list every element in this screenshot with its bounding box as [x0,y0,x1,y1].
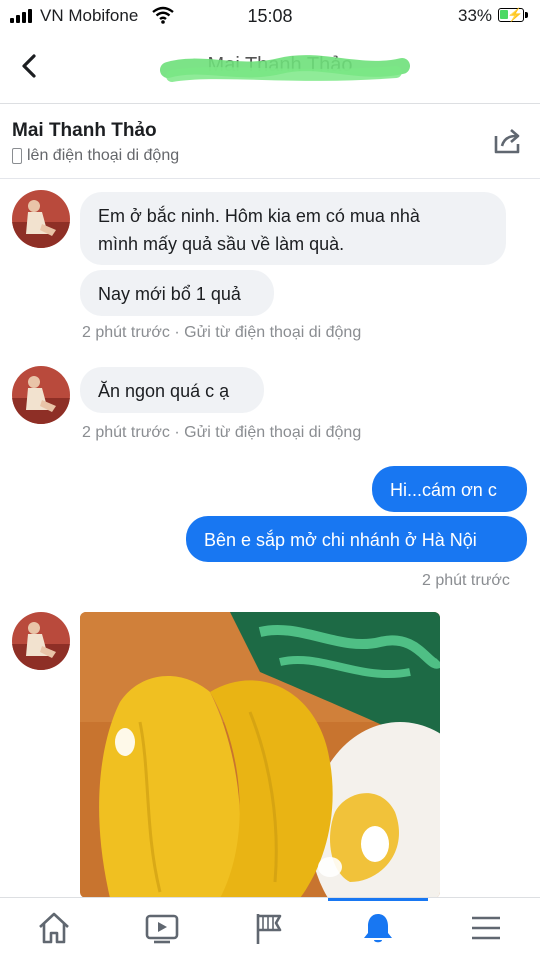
menu-icon [472,916,500,940]
bottom-navigation [0,897,540,960]
sender-avatar[interactable] [12,366,70,424]
nav-home[interactable] [0,898,108,960]
profile-name[interactable]: Mai Thanh Thảo [12,120,157,142]
mobile-phone-icon [12,148,22,164]
status-bar: VN Mobifone 15:08 33% ⚡ [0,0,540,34]
profile-divider [0,178,540,179]
nav-notifications[interactable] [324,898,432,960]
incoming-message-bubble[interactable]: Em ở bắc ninh. Hôm kia em có mua nhà mìn… [80,192,506,265]
header-divider [0,103,540,104]
sender-avatar[interactable] [12,190,70,248]
nav-menu[interactable] [432,898,540,960]
profile-status-text: lên điện thoại di động [27,147,180,164]
incoming-message-bubble[interactable]: Ăn ngon quá c ạ [80,367,264,413]
sender-avatar[interactable] [12,612,70,670]
incoming-message-bubble[interactable]: Nay mới bổ 1 quả [80,270,274,316]
nav-watch[interactable] [108,898,216,960]
video-icon [145,914,179,944]
battery-percent: 33% [458,6,493,25]
back-button[interactable] [14,48,44,84]
outgoing-message-bubble[interactable]: Hi...cám ơn c [372,466,527,512]
home-icon [39,912,69,944]
photo-attachment[interactable] [80,612,440,898]
message-timestamp: 2 phút trước [422,572,510,589]
nav-pages[interactable] [216,898,324,960]
message-timestamp: 2 phút trước · Gửi từ điện thoại di động [82,424,362,441]
battery-charging-icon: ⚡ [498,7,524,22]
profile-status: lên điện thoại di động [12,147,179,165]
message-timestamp: 2 phút trước · Gửi từ điện thoại di động [82,324,362,341]
pages-flag-icon [256,914,282,944]
notifications-bell-icon [364,914,392,943]
outgoing-message-bubble[interactable]: Bên e sắp mở chi nhánh ở Hà Nội [186,516,527,562]
conversation-header: Mai Thanh Thảo [0,34,540,102]
share-icon[interactable] [492,126,524,156]
redaction-scribble [160,55,410,82]
battery-tip [525,12,528,18]
